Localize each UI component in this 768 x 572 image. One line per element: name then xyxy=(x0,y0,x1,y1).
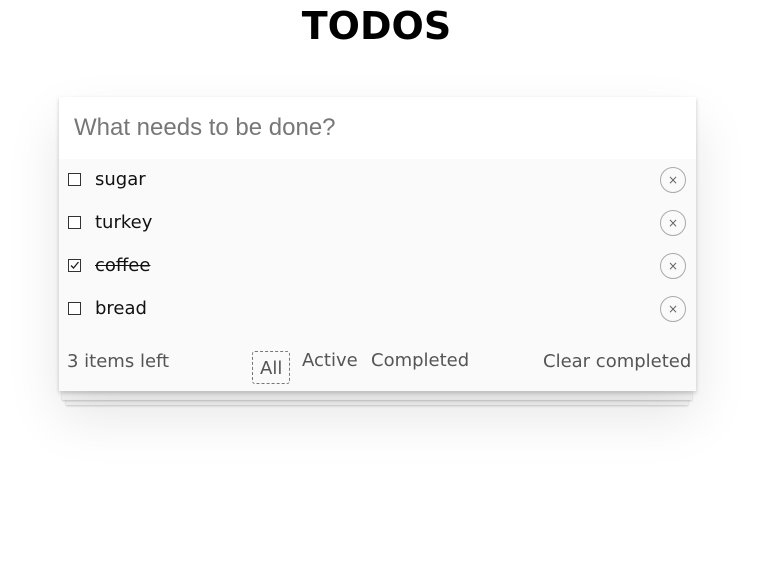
todo-label: sugar xyxy=(95,169,146,190)
card-stack-layer xyxy=(62,392,692,400)
delete-todo-button[interactable]: × xyxy=(660,210,686,236)
todo-checkbox[interactable] xyxy=(68,302,81,315)
close-icon: × xyxy=(667,216,679,230)
todo-card: sugar × turkey × coffee × bread × 3 item… xyxy=(59,97,696,391)
todo-item: turkey × xyxy=(59,202,696,245)
todo-label: turkey xyxy=(95,212,153,233)
filter-all[interactable]: All xyxy=(252,351,291,384)
todo-checkbox-checked[interactable] xyxy=(68,259,81,272)
delete-todo-button[interactable]: × xyxy=(660,296,686,322)
delete-todo-button[interactable]: × xyxy=(660,253,686,279)
filter-completed[interactable]: Completed xyxy=(371,346,469,376)
todo-checkbox[interactable] xyxy=(68,216,81,229)
close-icon: × xyxy=(667,173,679,187)
todo-label: bread xyxy=(95,298,147,319)
checkmark-icon xyxy=(70,261,79,269)
todo-checkbox[interactable] xyxy=(68,173,81,186)
todo-item: coffee × xyxy=(59,245,696,288)
todo-item: bread × xyxy=(59,288,696,331)
clear-completed-button[interactable]: Clear completed xyxy=(543,351,691,372)
page-title: TODOS xyxy=(301,4,452,48)
todo-label: coffee xyxy=(95,255,151,276)
new-todo-input[interactable] xyxy=(59,97,696,159)
filter-active[interactable]: Active xyxy=(302,346,358,376)
delete-todo-button[interactable]: × xyxy=(660,167,686,193)
todo-footer: 3 items left All Active Completed Clear … xyxy=(59,339,696,391)
todo-item: sugar × xyxy=(59,159,696,202)
items-left-count: 3 items left xyxy=(67,351,170,372)
close-icon: × xyxy=(667,259,679,273)
close-icon: × xyxy=(667,302,679,316)
